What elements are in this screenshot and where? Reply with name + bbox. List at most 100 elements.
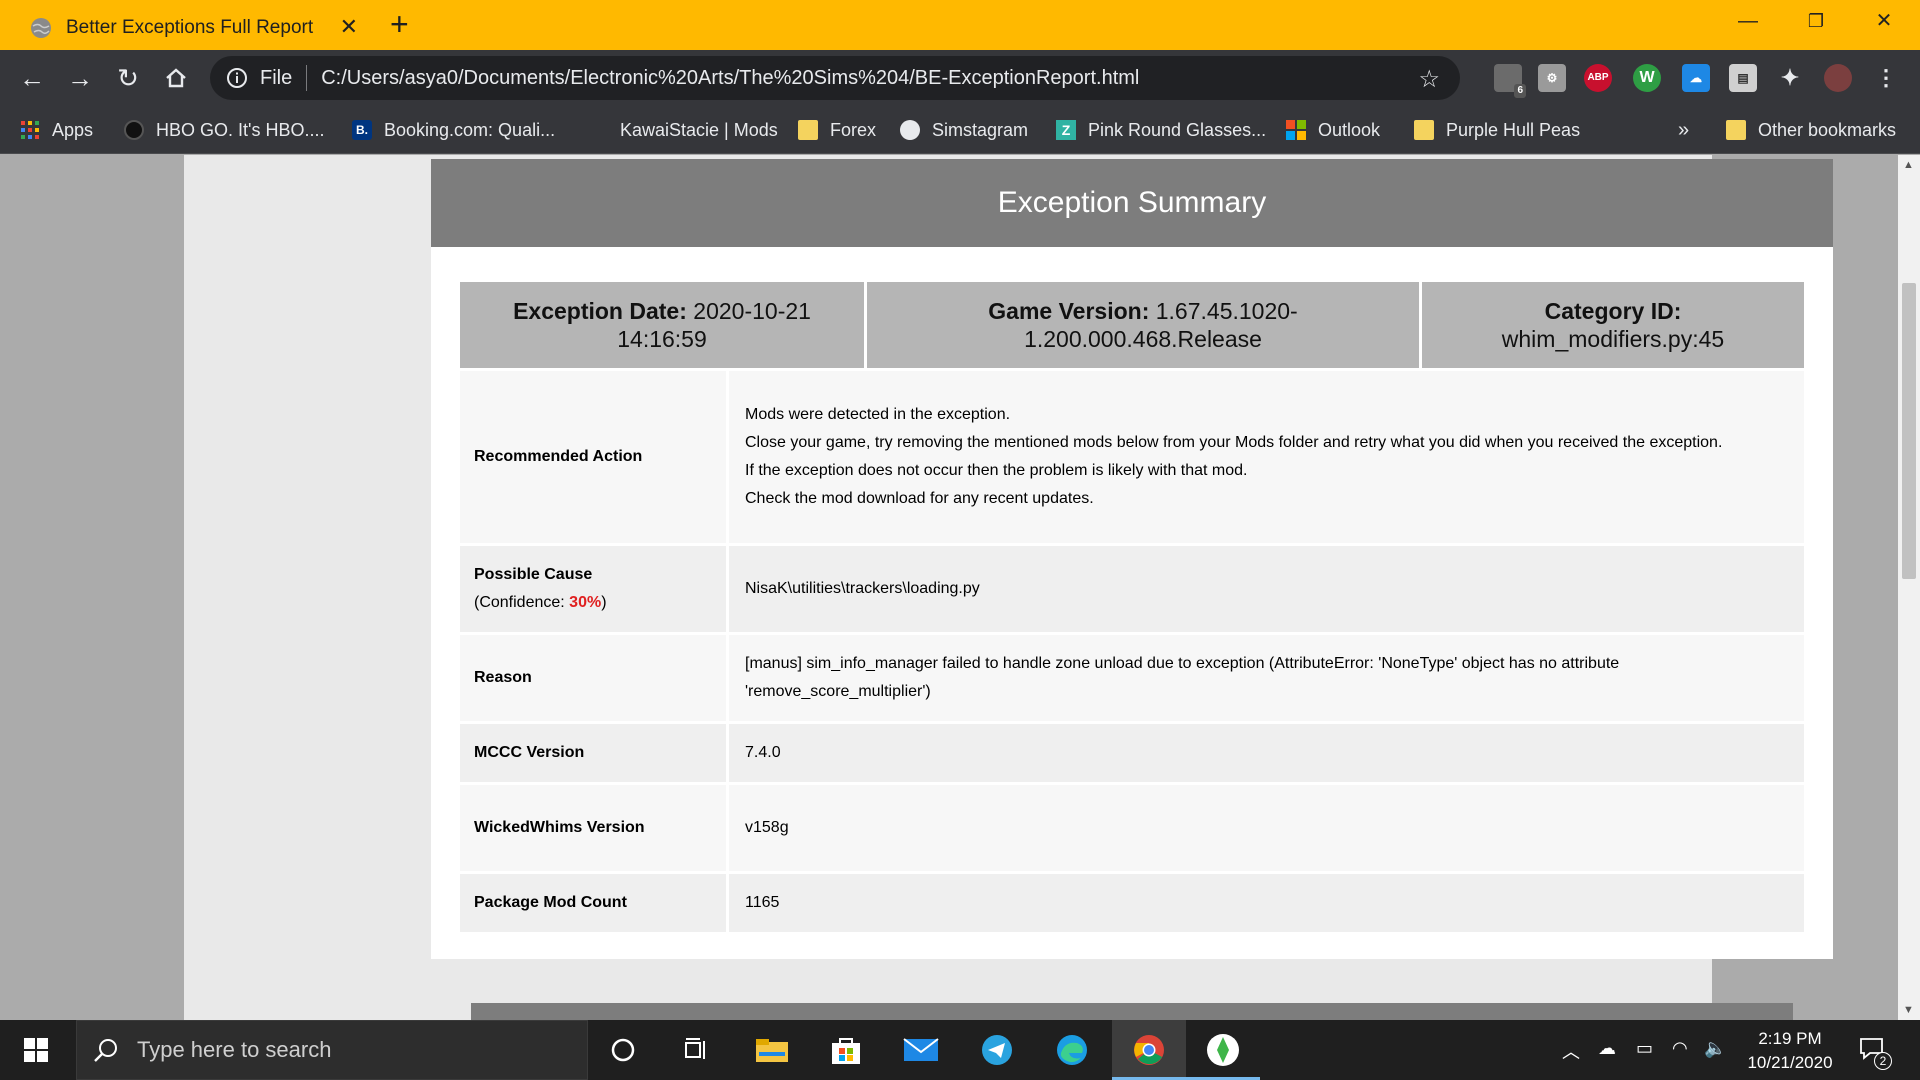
search-placeholder: Type here to search [137, 1037, 332, 1062]
bookmark-label: Apps [52, 119, 94, 140]
globe-icon [31, 18, 51, 38]
summary-title: Exception Summary [431, 159, 1833, 247]
booking-icon: B. [352, 120, 372, 140]
home-icon[interactable] [160, 62, 192, 94]
grammar-w-icon[interactable]: W [1633, 64, 1661, 92]
bookmark-forex[interactable]: Forex [798, 114, 876, 146]
table-row: Package Mod Count 1165 [460, 874, 1804, 932]
bookmarks-overflow-button[interactable]: » [1678, 114, 1689, 146]
mail-icon[interactable] [901, 1030, 941, 1070]
sims4-icon[interactable] [1203, 1030, 1243, 1070]
table-header-row: Exception Date: 2020-10-21 14:16:59 Game… [460, 282, 1804, 368]
close-window-button[interactable]: ✕ [1862, 6, 1906, 36]
chrome-icon[interactable] [1129, 1030, 1169, 1070]
bookmark-booking[interactable]: B. Booking.com: Quali... [352, 114, 555, 146]
mccc-version-value: 7.4.0 [729, 724, 1804, 782]
file-scheme-label: File [260, 66, 293, 89]
page-viewport: Exception Summary Exception Date: 2020-1… [0, 155, 1898, 1020]
exception-date-label: Exception Date: [513, 298, 687, 324]
back-icon[interactable]: ← [16, 62, 48, 94]
recommended-action-label: Recommended Action [460, 371, 726, 543]
bookmark-pink-glasses[interactable]: Z Pink Round Glasses... [1056, 114, 1266, 146]
browser-tab[interactable]: Better Exceptions Full Report ✕ [12, 6, 372, 50]
page-column: Exception Summary Exception Date: 2020-1… [184, 155, 1833, 1020]
profile-avatar[interactable] [1824, 64, 1852, 92]
scrollbar-thumb[interactable] [1902, 283, 1916, 579]
confidence-suffix: ) [601, 594, 607, 611]
reload-icon[interactable]: ↻ [112, 62, 144, 94]
task-view-icon[interactable] [676, 1030, 716, 1070]
package-mod-count-value: 1165 [729, 874, 1804, 932]
forward-icon[interactable]: → [64, 62, 96, 94]
possible-cause-label-cell: Possible Cause (Confidence: 30%) [460, 546, 726, 632]
new-tab-button[interactable]: + [390, 8, 409, 40]
bookmark-label: HBO GO. It's HBO.... [156, 119, 325, 140]
address-separator [306, 65, 308, 91]
bookmark-hbo[interactable]: HBO GO. It's HBO.... [124, 114, 324, 146]
bookmark-label: Purple Hull Peas [1446, 119, 1581, 140]
taskbar-search-box[interactable]: Type here to search [76, 1020, 588, 1080]
file-explorer-icon[interactable] [752, 1030, 792, 1070]
extension-badge: 6 [1514, 84, 1526, 98]
search-icon [94, 1039, 117, 1062]
confidence-prefix: (Confidence: [474, 594, 570, 611]
bookmark-label: Other bookmarks [1758, 119, 1897, 140]
scroll-up-icon[interactable]: ▲ [1903, 159, 1914, 171]
info-icon[interactable] [226, 67, 248, 89]
cloud-extension-icon[interactable]: ☁ [1682, 64, 1710, 92]
game-version-cell: Game Version: 1.67.45.1020-1.200.000.468… [867, 282, 1419, 368]
table-row: Recommended Action Mods were detected in… [460, 371, 1804, 543]
hbo-icon [124, 120, 144, 140]
category-id-cell: Category ID: whim_modifiers.py:45 [1422, 282, 1804, 368]
microsoft-store-icon[interactable] [826, 1030, 866, 1070]
weather-cloud-icon[interactable]: ☁ [1598, 1038, 1616, 1059]
minimize-button[interactable]: — [1726, 6, 1770, 36]
browser-toolbar: ← → ↻ File C:/Users/asya0/Documents/Elec… [0, 50, 1920, 106]
action-center-icon[interactable]: 2 [1858, 1034, 1892, 1070]
bookmark-outlook[interactable]: Outlook [1286, 114, 1380, 146]
wickedwhims-version-label: WickedWhims Version [460, 785, 726, 871]
other-bookmarks[interactable]: Other bookmarks [1726, 114, 1896, 146]
wifi-icon[interactable]: ◠ [1672, 1038, 1688, 1059]
bookmarks-bar: Apps HBO GO. It's HBO.... B. Booking.com… [0, 106, 1920, 154]
url-text[interactable]: C:/Users/asya0/Documents/Electronic%20Ar… [321, 67, 1139, 90]
bookmark-label: Simstagram [932, 119, 1029, 140]
show-hidden-icons[interactable]: ︿ [1562, 1038, 1580, 1064]
start-button[interactable] [0, 1020, 72, 1080]
battery-icon[interactable]: ▭ [1636, 1038, 1653, 1059]
category-id-value: whim_modifiers.py:45 [1501, 326, 1725, 352]
vertical-scrollbar[interactable]: ▲ ▼ [1898, 155, 1920, 1020]
bookmark-purple-hull-peas[interactable]: Purple Hull Peas [1414, 114, 1580, 146]
scroll-down-icon[interactable]: ▼ [1903, 1004, 1914, 1016]
adblock-icon[interactable]: ABP [1584, 64, 1612, 92]
document-extension-icon[interactable]: ▤ [1729, 64, 1757, 92]
telegram-icon[interactable] [977, 1030, 1017, 1070]
microsoft-icon [1286, 120, 1306, 140]
cortana-icon[interactable] [603, 1030, 643, 1070]
extension-stack-icon[interactable]: 6 [1494, 64, 1526, 98]
reason-value: [manus] sim_info_manager failed to handl… [729, 635, 1804, 721]
bookmark-label: Pink Round Glasses... [1088, 119, 1267, 140]
restore-button[interactable]: ❐ [1794, 6, 1838, 36]
globe-icon [900, 120, 920, 140]
system-clock[interactable]: 2:19 PM 10/21/2020 [1730, 1027, 1850, 1075]
bookmark-apps[interactable]: Apps [20, 114, 93, 146]
browser-title-bar: Better Exceptions Full Report ✕ + — ❐ ✕ [0, 0, 1920, 50]
bookmark-star-icon[interactable]: ☆ [1418, 65, 1440, 94]
possible-cause-label: Possible Cause [474, 566, 593, 583]
bookmark-simstagram[interactable]: Simstagram [900, 114, 1028, 146]
possible-cause-value: NisaK\utilities\trackers\loading.py [729, 546, 1804, 632]
extensions-puzzle-icon[interactable]: ✦ [1776, 64, 1804, 92]
edge-icon[interactable] [1052, 1030, 1092, 1070]
extension-puzzle-icon[interactable]: ⚙ [1538, 64, 1566, 92]
menu-kebab-icon[interactable]: ⋮ [1872, 64, 1900, 92]
bookmark-kawaistacie[interactable]: KawaiStacie | Mods [620, 114, 778, 146]
windows-logo-icon [24, 1038, 48, 1062]
close-tab-icon[interactable]: ✕ [340, 16, 358, 38]
table-row: Reason [manus] sim_info_manager failed t… [460, 635, 1804, 721]
reason-label: Reason [460, 635, 726, 721]
recommended-line: Check the mod download for any recent up… [745, 490, 1094, 507]
address-bar[interactable]: File C:/Users/asya0/Documents/Electronic… [210, 56, 1460, 100]
volume-icon[interactable]: 🔈 [1704, 1038, 1726, 1059]
recommended-line: Close your game, try removing the mentio… [745, 434, 1723, 451]
